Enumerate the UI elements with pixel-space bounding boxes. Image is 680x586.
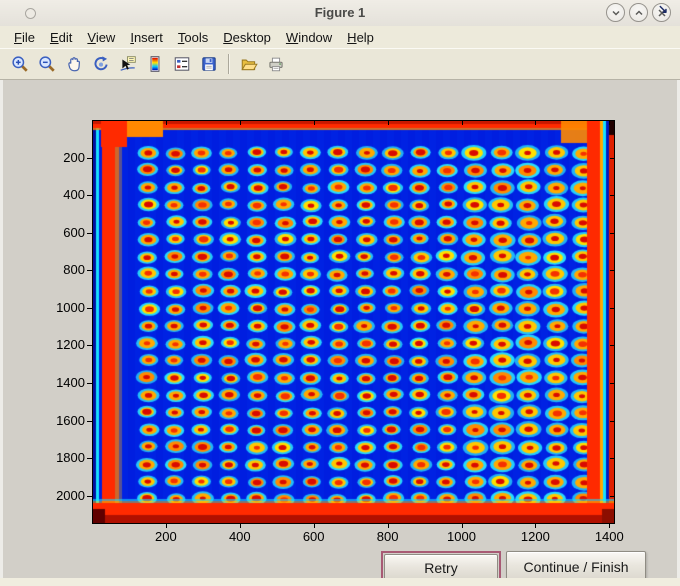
pan-button[interactable] (62, 52, 86, 76)
y-tick-label: 2000 (56, 487, 85, 503)
figure-canvas: Retry Continue / Finish 200 400 600 800 1000… (3, 80, 677, 584)
y-tick-mark-right (610, 495, 614, 497)
unshade-button[interactable] (629, 3, 648, 22)
y-tick-mark-right (610, 307, 614, 309)
y-tick-mark-right (610, 232, 614, 234)
y-tick-mark (87, 307, 92, 309)
window-title: Figure 1 (314, 5, 366, 20)
dock-figure-icon[interactable]: ↘ (658, 2, 668, 16)
y-tick-mark-right (610, 382, 614, 384)
open-folder-icon (241, 59, 258, 71)
y-tick-mark (87, 157, 92, 159)
y-tick-mark-right (610, 345, 614, 347)
insert-colorbar-button[interactable] (143, 52, 167, 76)
y-tick-mark (87, 270, 92, 272)
window-border-bottom (0, 578, 680, 586)
rotate-3d-button[interactable] (89, 52, 113, 76)
x-tick-mark (535, 523, 537, 528)
retry-button[interactable]: Retry (384, 554, 498, 581)
menu-file[interactable]: File (14, 30, 35, 45)
x-tick-mark-top (387, 121, 389, 125)
chevron-down-icon (611, 10, 620, 16)
legend-icon (174, 57, 190, 71)
microarray-image[interactable] (93, 121, 614, 523)
menu-tools[interactable]: Tools (178, 30, 208, 45)
toolbar (0, 48, 680, 80)
y-tick-mark-right (610, 195, 614, 197)
x-tick-label: 1000 (447, 529, 476, 544)
menu-help[interactable]: Help (347, 30, 374, 45)
y-tick-label: 200 (63, 149, 85, 165)
x-tick-label: 400 (228, 529, 251, 544)
y-tick-mark-right (610, 420, 614, 422)
y-tick-label: 1800 (56, 450, 85, 466)
figure-window: Figure 1 File Edit View Insert Tools Desktop W… (0, 0, 680, 586)
y-tick-label: 800 (63, 262, 85, 278)
y-tick-label: 1000 (56, 299, 85, 315)
y-tick-mark (87, 345, 92, 347)
y-tick-mark-right (610, 157, 614, 159)
open-file-button[interactable] (237, 52, 261, 76)
x-tick-mark (239, 523, 241, 528)
pan-hand-icon (68, 57, 81, 72)
save-icon (202, 57, 216, 71)
menu-desktop[interactable]: Desktop (223, 30, 271, 45)
zoom-in-icon (12, 56, 28, 72)
x-tick-mark-top (165, 121, 167, 125)
x-tick-mark-top (313, 121, 315, 125)
insert-legend-button[interactable] (170, 52, 194, 76)
y-tick-mark (87, 382, 92, 384)
zoom-out-icon (39, 56, 55, 72)
menu-edit[interactable]: Edit (50, 30, 72, 45)
save-figure-button[interactable] (197, 52, 221, 76)
y-tick-mark-right (610, 270, 614, 272)
zoom-in-button[interactable] (8, 52, 32, 76)
print-figure-button[interactable] (264, 52, 288, 76)
x-tick-label: 200 (155, 529, 177, 544)
x-tick-mark-top (239, 121, 241, 125)
x-tick-mark (609, 523, 611, 528)
toolbar-separator (228, 54, 230, 74)
x-tick-label: 600 (302, 529, 325, 544)
x-tick-mark-top (461, 121, 463, 125)
x-tick-mark-top (535, 121, 537, 125)
x-tick-mark (387, 523, 389, 528)
y-tick-mark (87, 232, 92, 234)
zoom-out-button[interactable] (35, 52, 59, 76)
y-tick-label: 1200 (56, 337, 85, 353)
x-tick-mark (461, 523, 463, 528)
y-tick-label: 600 (63, 224, 85, 240)
window-border-left (0, 80, 3, 578)
chevron-up-icon (634, 9, 643, 15)
y-tick-label: 400 (63, 187, 85, 203)
menu-view[interactable]: View (87, 30, 115, 45)
x-tick-label: 1400 (594, 529, 624, 544)
x-tick-label: 1200 (520, 529, 550, 544)
menu-window[interactable]: Window (286, 30, 332, 45)
y-tick-label: 1400 (56, 374, 85, 390)
shade-button[interactable] (606, 3, 625, 22)
data-cursor-icon (120, 56, 136, 71)
y-tick-mark (87, 420, 92, 422)
x-tick-label: 800 (376, 529, 399, 544)
x-tick-mark-top (609, 121, 611, 125)
y-tick-mark-right (610, 458, 614, 460)
menu-insert[interactable]: Insert (130, 30, 163, 45)
y-tick-mark (87, 195, 92, 197)
rotate-3d-icon (94, 56, 108, 71)
x-tick-mark (313, 523, 315, 528)
x-tick-mark (165, 523, 167, 528)
printer-icon (269, 57, 283, 72)
axes-plot-area[interactable] (92, 120, 615, 524)
y-tick-mark (87, 458, 92, 460)
data-cursor-button[interactable] (116, 52, 140, 76)
colorbar-icon (150, 56, 160, 72)
titlebar[interactable]: Figure 1 (0, 0, 680, 27)
y-tick-mark (87, 495, 92, 497)
y-tick-label: 1600 (56, 412, 85, 428)
menu-bar: File Edit View Insert Tools Desktop Window Help (0, 26, 680, 48)
